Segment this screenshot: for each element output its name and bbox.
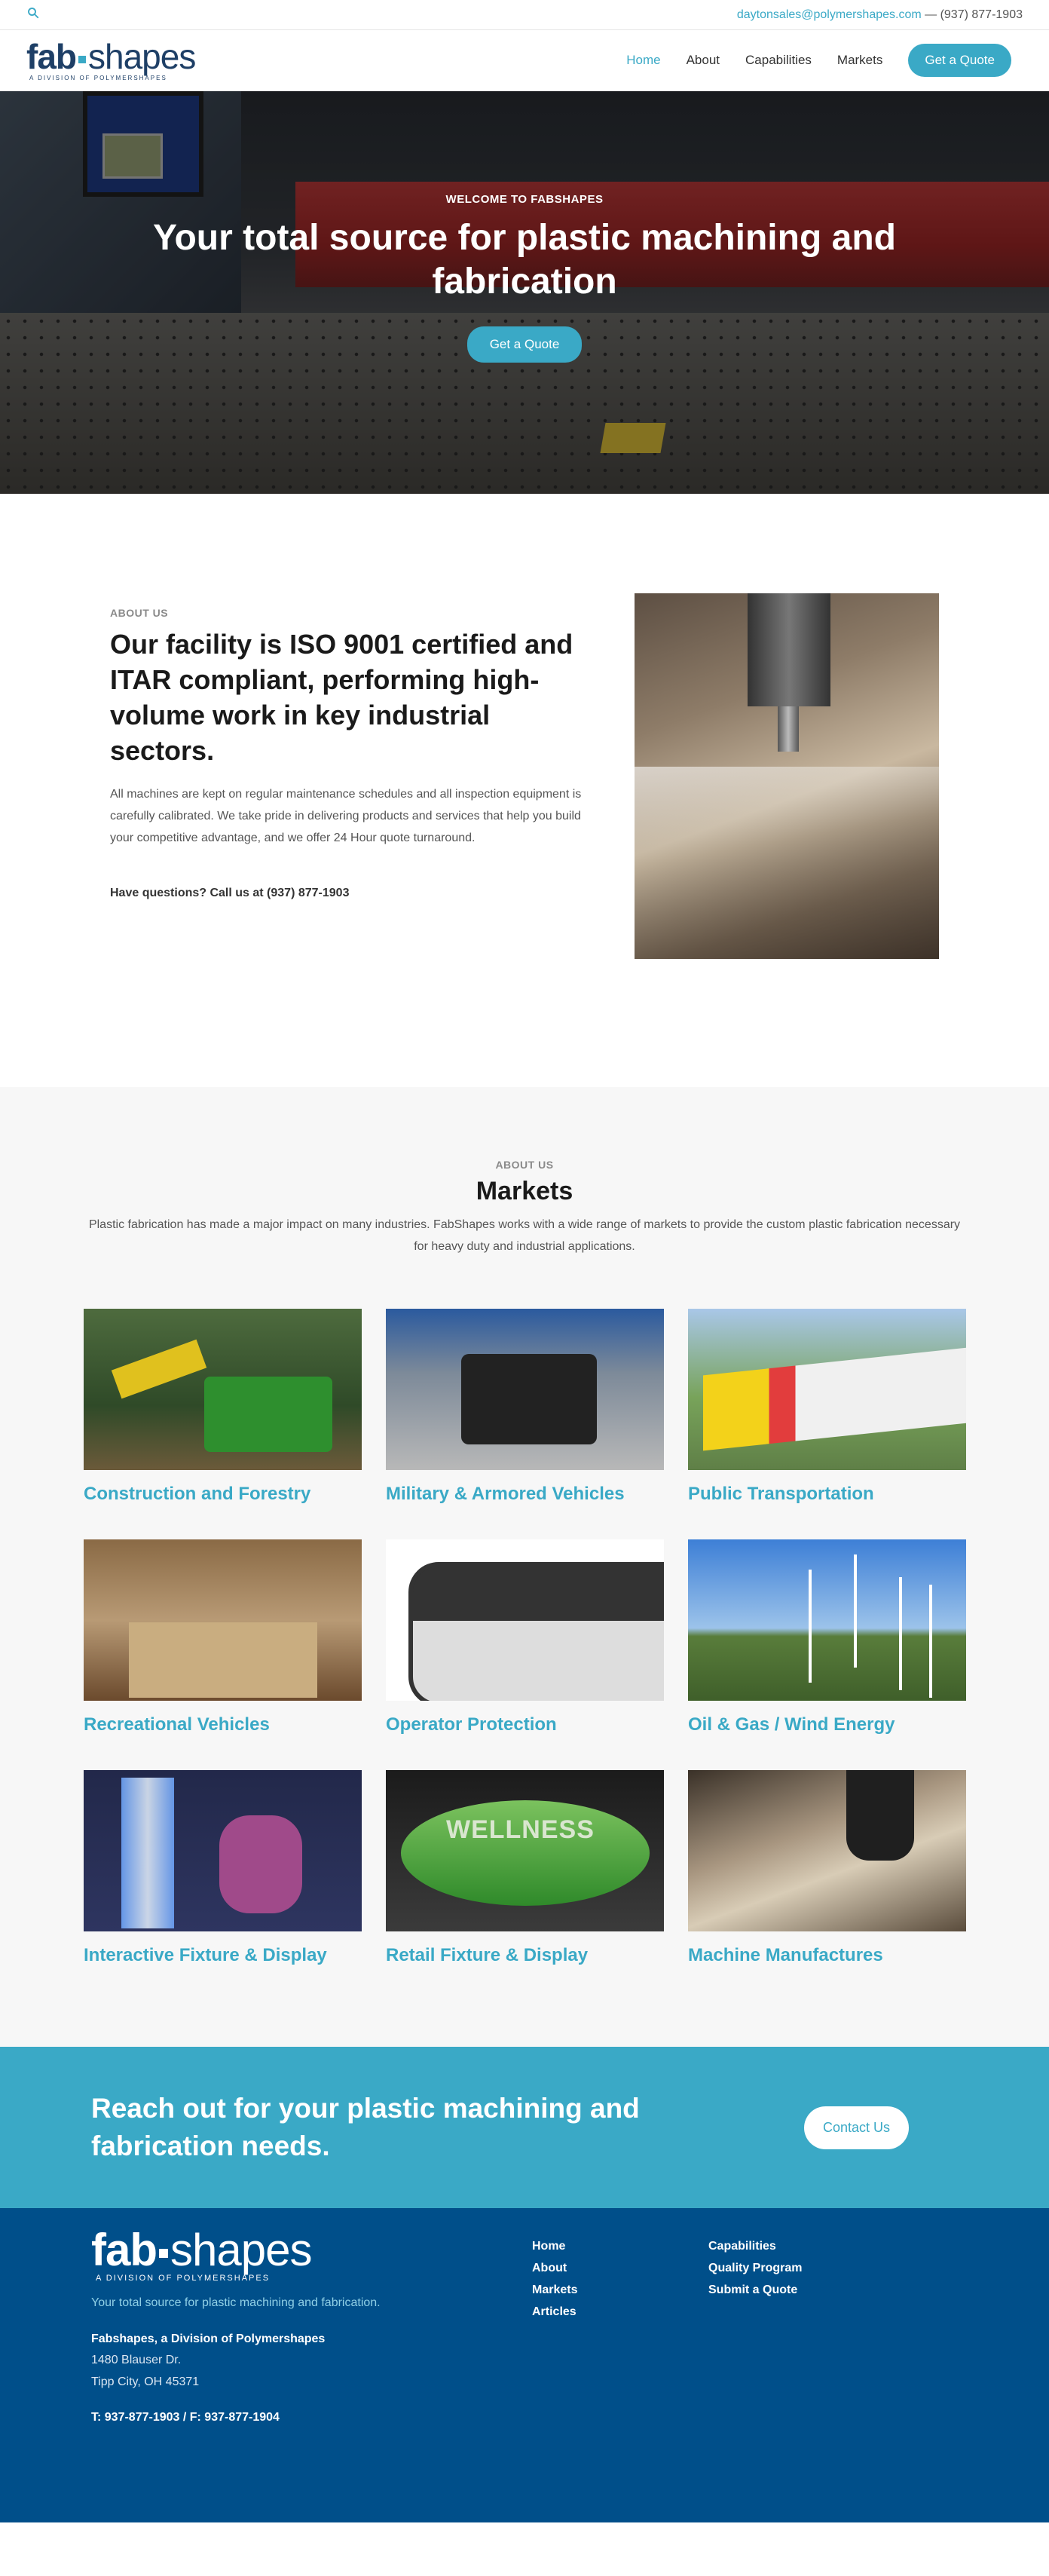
cta-banner: Reach out for your plastic machining and… (0, 2047, 1049, 2208)
hero-kicker: WELCOME TO FABSHAPES (445, 192, 604, 206)
market-card[interactable]: Construction and Forestry (84, 1309, 362, 1505)
nav-home[interactable]: Home (626, 53, 660, 68)
footer-logo-subtitle: A DIVISION OF POLYMERSHAPES (96, 2274, 271, 2283)
market-title[interactable]: Interactive Fixture & Display (84, 1945, 362, 1966)
footer-tagline: Your total source for plastic machining … (91, 2296, 381, 2309)
topbar-contact: daytonsales@polymershapes.com — (937) 87… (737, 8, 1023, 22)
footer-link-markets[interactable]: Markets (532, 2279, 708, 2301)
hero-section: WELCOME TO FABSHAPES Your total source f… (0, 91, 1049, 494)
hero-content: WELCOME TO FABSHAPES Your total source f… (0, 91, 1049, 494)
logo-subtitle: A DIVISION OF POLYMERSHAPES (29, 75, 167, 81)
address-line: Tipp City, OH 45371 (91, 2375, 200, 2388)
about-heading: Our facility is ISO 9001 certified and I… (110, 629, 573, 766)
logo[interactable]: fab shapes A DIVISION OF POLYMERSHAPES (26, 37, 196, 81)
wellness-sign: WELLNESS (446, 1815, 595, 1844)
top-bar: daytonsales@polymershapes.com — (937) 87… (0, 0, 1049, 30)
footer-company: Fabshapes, a Division of Polymershapes (91, 2332, 326, 2345)
footer-links: Home About Markets Articles Capabilities… (532, 2228, 885, 2522)
search-icon[interactable] (26, 6, 40, 23)
market-image[interactable] (688, 1309, 966, 1470)
market-card[interactable]: Oil & Gas / Wind Energy (688, 1539, 966, 1735)
market-image[interactable] (84, 1539, 362, 1701)
about-call: Have questions? Call us at (937) 877-190… (110, 887, 350, 899)
about-body: All machines are kept on regular mainten… (110, 788, 582, 844)
markets-intro: Plastic fabrication has made a major imp… (88, 1218, 961, 1253)
logo-wordmark: fab shapes (26, 37, 196, 76)
cta-heading: Reach out for your plastic machining and… (91, 2093, 640, 2161)
market-card[interactable]: Machine Manufactures (688, 1770, 966, 1966)
contact-separator: — (921, 8, 940, 21)
market-card[interactable]: WELLNESS Retail Fixture & Display (386, 1770, 664, 1966)
markets-heading: Markets (476, 1177, 573, 1205)
market-card[interactable]: Interactive Fixture & Display (84, 1770, 362, 1966)
market-card[interactable]: Military & Armored Vehicles (386, 1309, 664, 1505)
footer-link-articles[interactable]: Articles (532, 2301, 708, 2323)
footer-phones: T: 937-877-1903 / F: 937-877-1904 (91, 2411, 280, 2424)
market-card[interactable]: Public Transportation (688, 1309, 966, 1505)
email-link[interactable]: daytonsales@polymershapes.com (737, 8, 922, 21)
footer-link-capabilities[interactable]: Capabilities (708, 2235, 885, 2257)
market-card[interactable]: Recreational Vehicles (84, 1539, 362, 1735)
market-title[interactable]: Public Transportation (688, 1484, 966, 1505)
about-image (635, 593, 939, 959)
address-line: 1480 Blauser Dr. (91, 2354, 182, 2366)
market-title[interactable]: Oil & Gas / Wind Energy (688, 1714, 966, 1735)
about-text: ABOUT US Our facility is ISO 9001 certif… (110, 607, 592, 959)
markets-grid: Construction and Forestry Military & Arm… (84, 1309, 966, 1966)
market-image[interactable] (84, 1309, 362, 1470)
footer-logo-wordmark: fab shapes (91, 2225, 312, 2275)
market-image[interactable] (386, 1309, 664, 1470)
about-kicker: ABOUT US (110, 607, 169, 619)
nav-about[interactable]: About (687, 53, 720, 68)
header-quote-button[interactable]: Get a Quote (908, 44, 1011, 77)
hero-quote-button[interactable]: Get a Quote (466, 326, 583, 363)
about-section: ABOUT US Our facility is ISO 9001 certif… (0, 494, 1049, 1087)
markets-kicker: ABOUT US (495, 1159, 554, 1171)
nav-markets[interactable]: Markets (837, 53, 882, 68)
market-image[interactable]: WELLNESS (386, 1770, 664, 1931)
footer-link-quote[interactable]: Submit a Quote (708, 2279, 885, 2301)
footer-links-col1: Home About Markets Articles (532, 2235, 708, 2522)
footer-links-col2: Capabilities Quality Program Submit a Qu… (708, 2235, 885, 2522)
footer-link-home[interactable]: Home (532, 2235, 708, 2257)
market-image[interactable] (386, 1539, 664, 1701)
markets-section: ABOUT US Markets Plastic fabrication has… (0, 1087, 1049, 2047)
footer-link-quality[interactable]: Quality Program (708, 2257, 885, 2279)
market-title[interactable]: Machine Manufactures (688, 1945, 966, 1966)
market-card[interactable]: Operator Protection (386, 1539, 664, 1735)
market-title[interactable]: Retail Fixture & Display (386, 1945, 664, 1966)
market-image[interactable] (84, 1770, 362, 1931)
market-title[interactable]: Construction and Forestry (84, 1484, 362, 1505)
footer-link-about[interactable]: About (532, 2257, 708, 2279)
footer-info: fab shapes A DIVISION OF POLYMERSHAPES Yo… (91, 2228, 532, 2522)
market-title[interactable]: Recreational Vehicles (84, 1714, 362, 1735)
footer-logo[interactable]: fab shapes A DIVISION OF POLYMERSHAPES (91, 2228, 532, 2283)
hero-title: Your total source for plastic machining … (153, 217, 896, 302)
market-image[interactable] (688, 1539, 966, 1701)
market-title[interactable]: Military & Armored Vehicles (386, 1484, 664, 1505)
site-header: fab shapes A DIVISION OF POLYMERSHAPES Ho… (0, 30, 1049, 91)
site-footer: fab shapes A DIVISION OF POLYMERSHAPES Yo… (0, 2208, 1049, 2522)
market-title[interactable]: Operator Protection (386, 1714, 664, 1735)
topbar-phone[interactable]: (937) 877-1903 (940, 8, 1023, 21)
market-image[interactable] (688, 1770, 966, 1931)
footer-address: 1480 Blauser Dr. Tipp City, OH 45371 (91, 2349, 532, 2393)
nav-capabilities[interactable]: Capabilities (745, 53, 812, 68)
main-nav: Home About Capabilities Markets Get a Qu… (626, 44, 1011, 77)
contact-us-button[interactable]: Contact Us (803, 2106, 909, 2149)
